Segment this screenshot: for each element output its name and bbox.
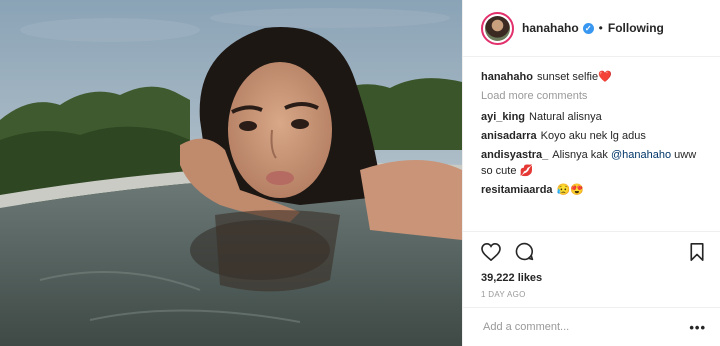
mention-link[interactable]: @hanahaho [611,149,671,161]
comment-text: 😥😍 [556,184,584,196]
photo-image [0,0,462,346]
load-more-comments-link[interactable]: Load more comments [481,88,704,104]
add-comment-input[interactable] [481,320,690,334]
post-header: hanahaho ✓ • Following [463,0,720,57]
heart-emoji: ❤️ [598,71,612,83]
comment-username[interactable]: resitamiaarda [481,184,553,196]
separator-dot: • [598,21,603,35]
verified-badge-icon: ✓ [582,22,594,34]
comment-username[interactable]: ayi_king [481,111,525,123]
post-timestamp[interactable]: 1 DAY AGO [463,285,720,307]
post-container: hanahaho ✓ • Following hanahaho sunset se… [0,0,720,346]
comment-username[interactable]: andisyastra_ [481,149,548,161]
comment-item: ayi_king Natural alisnya [481,109,704,125]
post-photo[interactable] [0,0,462,346]
more-options-icon[interactable]: ••• [689,320,706,335]
caption-username[interactable]: hanahaho [481,71,533,83]
caption-text: sunset selfie [536,71,599,83]
heart-outline-icon[interactable] [481,242,501,261]
comment-text: Koyo aku nek lg adus [540,130,646,142]
caption: hanahaho sunset selfie❤️ [481,69,704,85]
avatar[interactable] [481,11,514,45]
speech-bubble-icon[interactable] [515,242,534,261]
action-bar [463,231,720,271]
comment-text: Alisnya kak [552,149,608,161]
comment-item: anisadarra Koyo aku nek lg adus [481,128,704,144]
comment-text: Natural alisnya [529,111,602,123]
following-button[interactable]: Following [608,21,664,35]
comment-username[interactable]: anisadarra [481,130,537,142]
comment-item: andisyastra_ Alisnya kak @hanahaho uww so… [481,147,704,179]
add-comment-bar: ••• [463,307,720,346]
comments-list: hanahaho sunset selfie❤️ Load more commen… [463,57,720,231]
likes-count[interactable]: 39,222 likes [463,271,720,285]
bookmark-icon[interactable] [690,242,704,261]
header-username[interactable]: hanahaho [522,21,579,35]
comment-item: resitamiaarda 😥😍 [481,182,704,198]
post-sidebar: hanahaho ✓ • Following hanahaho sunset se… [462,0,720,346]
